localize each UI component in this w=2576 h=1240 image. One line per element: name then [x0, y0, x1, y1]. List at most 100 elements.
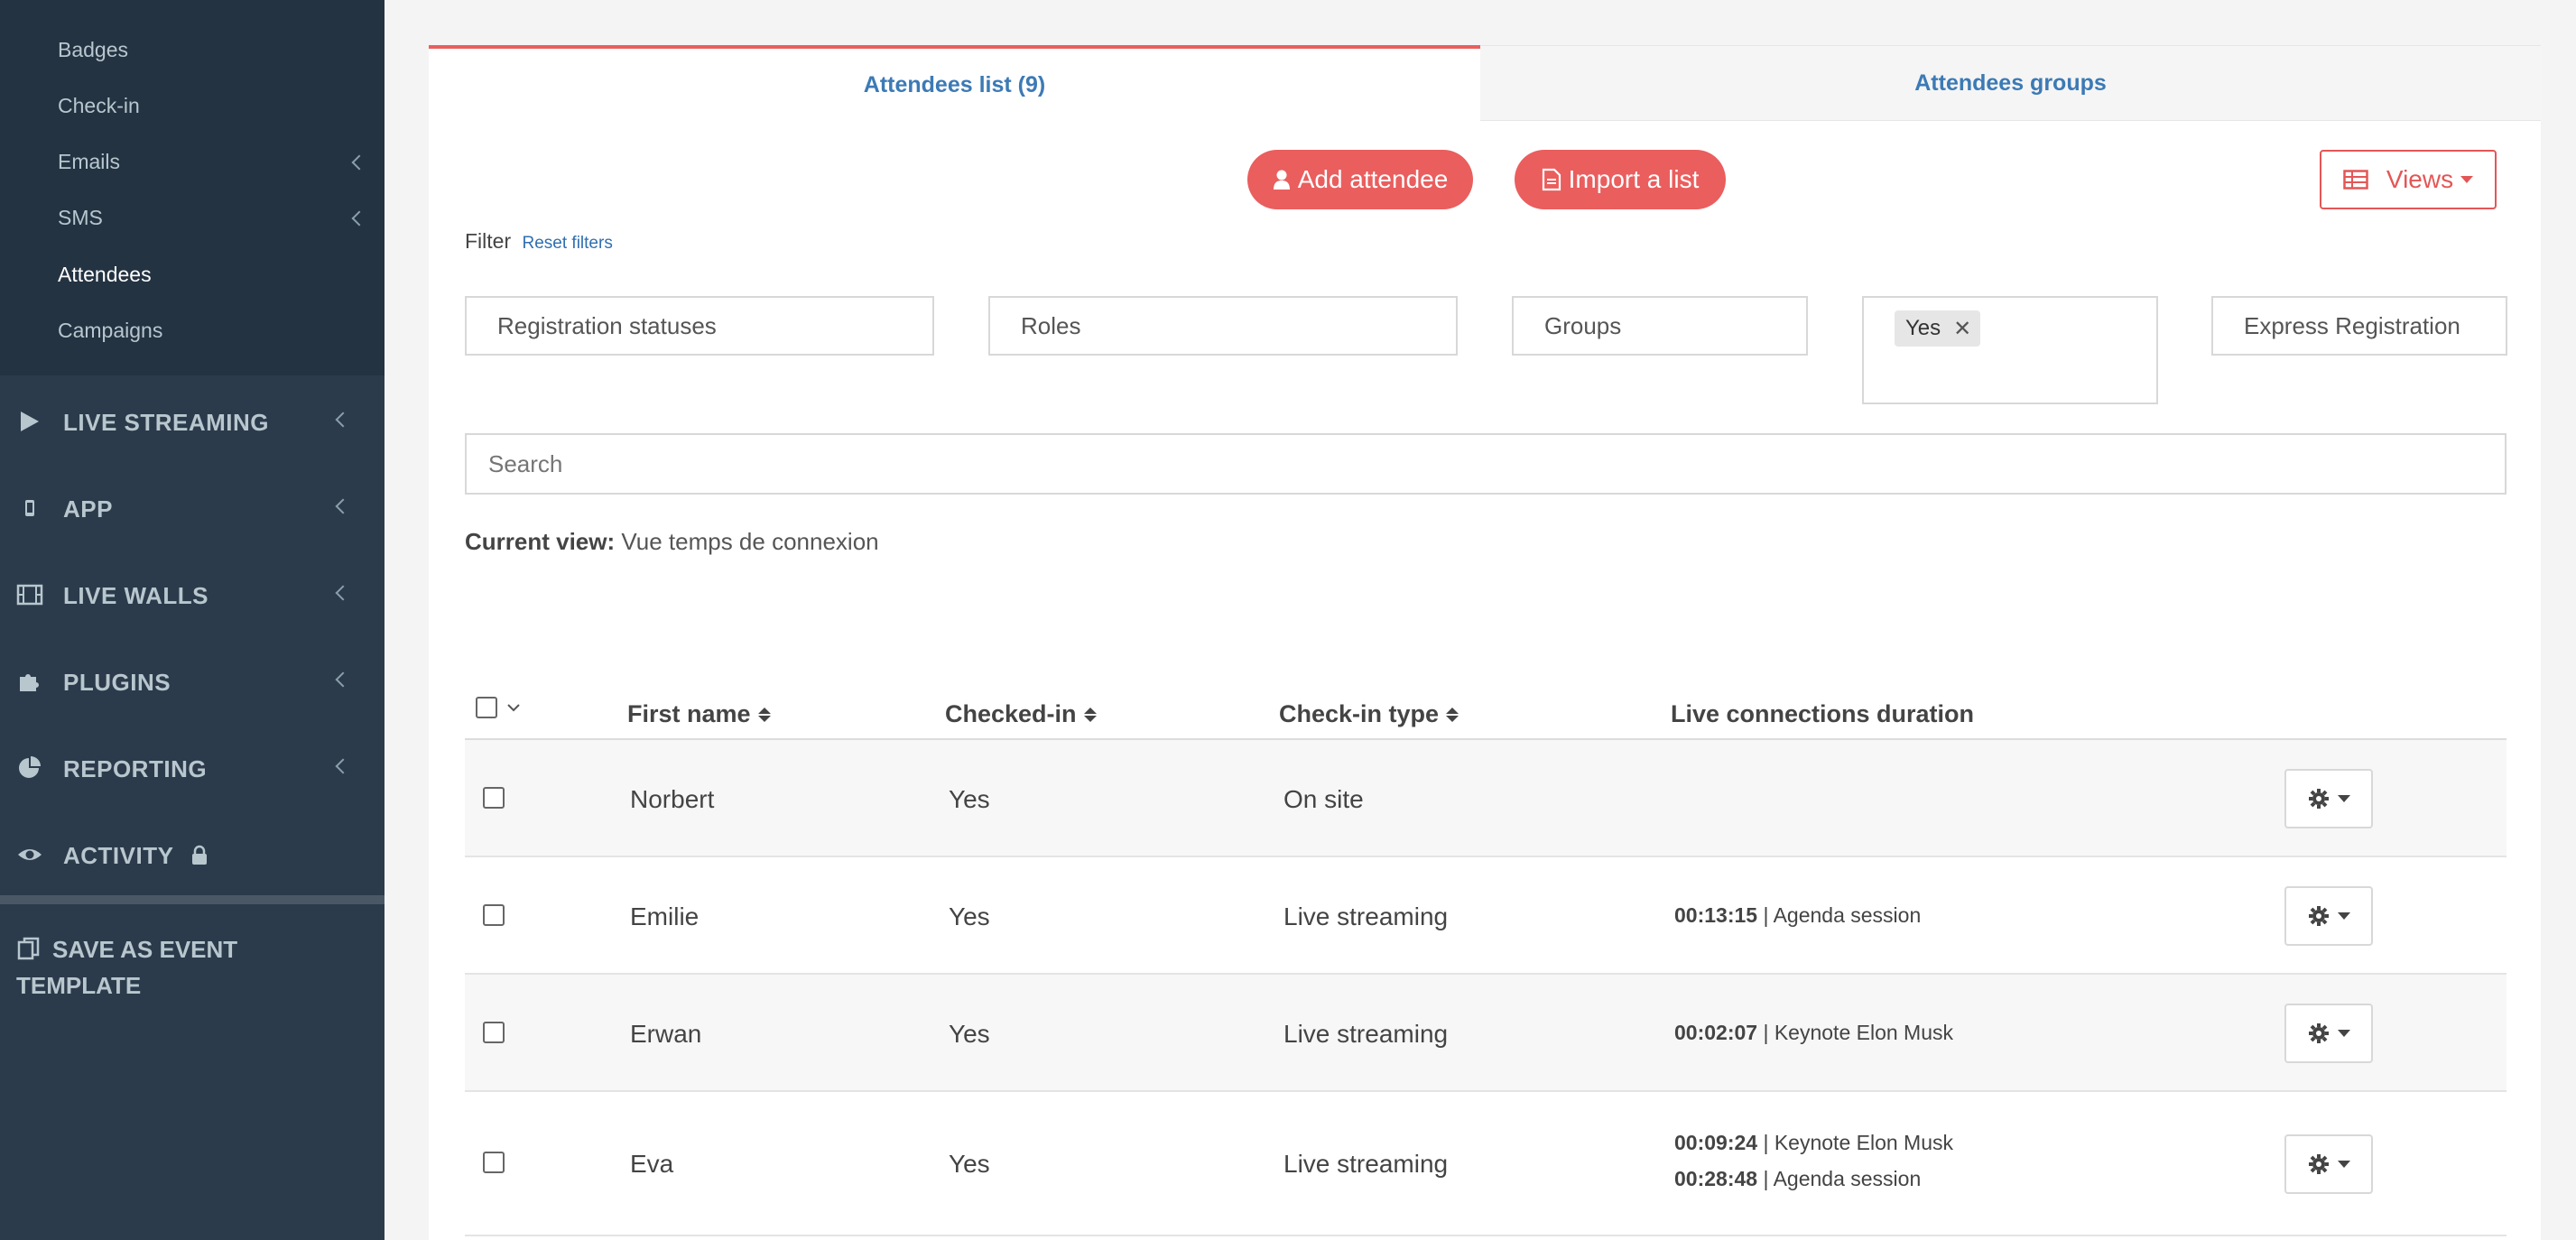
save-as-template-label: SAVE AS EVENT TEMPLATE [16, 936, 238, 999]
table-row: Erwan Yes Live streaming 00:02:07 | Keyn… [465, 975, 2507, 1092]
chevron-left-icon [351, 154, 367, 171]
sidebar-subitem-campaigns[interactable]: Campaigns [58, 319, 162, 343]
sidebar-subitem-sms[interactable]: SMS [58, 206, 103, 230]
import-list-button[interactable]: Import a list [1515, 150, 1726, 209]
gear-icon [2309, 1154, 2329, 1174]
column-checkin-type[interactable]: Check-in type [1279, 700, 1459, 728]
sidebar-subitem-attendees[interactable]: Attendees [58, 263, 152, 287]
cell-checkin-type: On site [1283, 785, 1364, 813]
row-actions-button[interactable] [2284, 769, 2373, 828]
checked-in-select[interactable]: Yes ✕ [1862, 296, 2158, 404]
row-actions-button[interactable] [2284, 1134, 2373, 1194]
play-icon [21, 412, 39, 431]
remove-tag-icon[interactable]: ✕ [1953, 316, 1971, 342]
film-icon [16, 584, 43, 606]
row-checkbox[interactable] [483, 1022, 505, 1043]
sidebar-item-label: PLUGINS [63, 669, 171, 696]
registration-statuses-select[interactable]: Registration statuses [465, 296, 934, 356]
cell-live-duration: 00:13:15 | Agenda session [1674, 897, 1921, 933]
caret-down-icon [2338, 1030, 2350, 1037]
sort-icon [1083, 707, 1097, 722]
sidebar-item-label: LIVE WALLS [63, 582, 208, 609]
chevron-left-icon [335, 585, 351, 601]
table-icon [2343, 170, 2368, 190]
row-checkbox[interactable] [483, 904, 505, 926]
sidebar-item-plugins[interactable]: PLUGINS [0, 653, 385, 708]
current-view: Current view: Vue temps de connexion [465, 528, 879, 556]
roles-placeholder: Roles [1021, 311, 1081, 339]
file-icon [1542, 168, 1561, 191]
chevron-left-icon [351, 210, 367, 227]
connection-entry: 00:28:48 | Agenda session [1674, 1161, 1953, 1197]
connection-session: | Agenda session [1757, 903, 1922, 927]
registration-statuses-placeholder: Registration statuses [497, 311, 717, 339]
table-row: Norbert Yes On site [465, 740, 2507, 857]
sidebar-subitem-badges[interactable]: Badges [58, 38, 128, 62]
chevron-down-icon[interactable] [506, 703, 521, 712]
express-registration-select[interactable]: Express Registration [2211, 296, 2507, 356]
caret-down-icon [2338, 795, 2350, 802]
search-input[interactable] [465, 433, 2507, 495]
add-attendee-button[interactable]: Add attendee [1247, 150, 1473, 209]
reset-filters-link[interactable]: Reset filters [523, 234, 613, 253]
sidebar-subitem-partial[interactable] [58, 0, 63, 13]
column-checked-in[interactable]: Checked-in [945, 700, 1097, 728]
cell-checked-in: Yes [949, 1150, 990, 1178]
sidebar-subitem-emails[interactable]: Emails [58, 150, 120, 174]
views-label: Views [2386, 165, 2454, 193]
tab-attendees-list[interactable]: Attendees list (9) [429, 45, 1480, 121]
cell-checkin-type: Live streaming [1283, 1020, 1449, 1048]
column-checkin-type-label: Check-in type [1279, 700, 1440, 727]
mobile-icon [25, 500, 34, 516]
connection-time: 00:09:24 [1674, 1131, 1758, 1154]
connection-time: 00:28:48 [1674, 1167, 1758, 1190]
sidebar-item-app[interactable]: APP [0, 480, 385, 534]
user-icon [1273, 170, 1290, 190]
sidebar-divider [0, 895, 385, 904]
connection-session: | Keynote Elon Musk [1757, 1131, 1953, 1154]
row-actions-button[interactable] [2284, 886, 2373, 946]
chevron-left-icon [335, 498, 351, 514]
sidebar-item-live-streaming[interactable]: LIVE STREAMING [0, 393, 385, 448]
import-list-label: Import a list [1568, 165, 1700, 193]
tab-bar: Attendees list (9) Attendees groups [429, 45, 2541, 121]
cell-first-name: Eva [630, 1150, 674, 1178]
sidebar-item-label: LIVE STREAMING [63, 409, 270, 436]
table-header: First name Checked-in Check-in type Live… [465, 686, 2507, 740]
save-as-template-button[interactable]: SAVE AS EVENT TEMPLATE [16, 931, 314, 1004]
cell-checked-in: Yes [949, 785, 990, 813]
sidebar-item-activity[interactable]: ACTIVITY [0, 827, 385, 881]
caret-down-icon [2460, 176, 2474, 183]
column-first-name[interactable]: First name [627, 700, 771, 728]
filter-header: Filter Reset filters [465, 229, 613, 254]
row-actions-button[interactable] [2284, 1004, 2373, 1063]
sidebar-item-label: APP [63, 495, 113, 523]
cell-first-name: Erwan [630, 1020, 702, 1048]
connection-session: | Keynote Elon Musk [1757, 1021, 1953, 1044]
select-all[interactable] [476, 697, 521, 718]
row-checkbox[interactable] [483, 787, 505, 809]
sidebar-item-live-walls[interactable]: LIVE WALLS [0, 567, 385, 621]
roles-select[interactable]: Roles [988, 296, 1458, 356]
column-first-name-label: First name [627, 700, 751, 727]
row-checkbox[interactable] [483, 1152, 505, 1173]
filter-label: Filter [465, 229, 512, 253]
tab-attendees-groups[interactable]: Attendees groups [1480, 45, 2541, 121]
chevron-left-icon [335, 671, 351, 688]
column-checked-in-label: Checked-in [945, 700, 1077, 727]
views-dropdown-button[interactable]: Views [2320, 150, 2497, 209]
sidebar-item-reporting[interactable]: REPORTING [0, 740, 385, 794]
groups-select[interactable]: Groups [1512, 296, 1808, 356]
chevron-left-icon [335, 412, 351, 428]
select-all-checkbox[interactable] [476, 697, 497, 718]
cell-first-name: Emilie [630, 902, 700, 930]
column-live-duration-label: Live connections duration [1671, 700, 1975, 727]
add-attendee-label: Add attendee [1297, 165, 1449, 193]
cell-live-duration: 00:09:24 | Keynote Elon Musk 00:28:48 | … [1674, 1124, 1953, 1197]
cell-first-name: Norbert [630, 785, 715, 813]
cell-checked-in: Yes [949, 1020, 990, 1048]
sidebar-subitem-checkin[interactable]: Check-in [58, 94, 140, 118]
eye-icon [18, 849, 42, 860]
cell-checkin-type: Live streaming [1283, 902, 1449, 930]
cell-live-duration: 00:02:07 | Keynote Elon Musk [1674, 1014, 1953, 1050]
